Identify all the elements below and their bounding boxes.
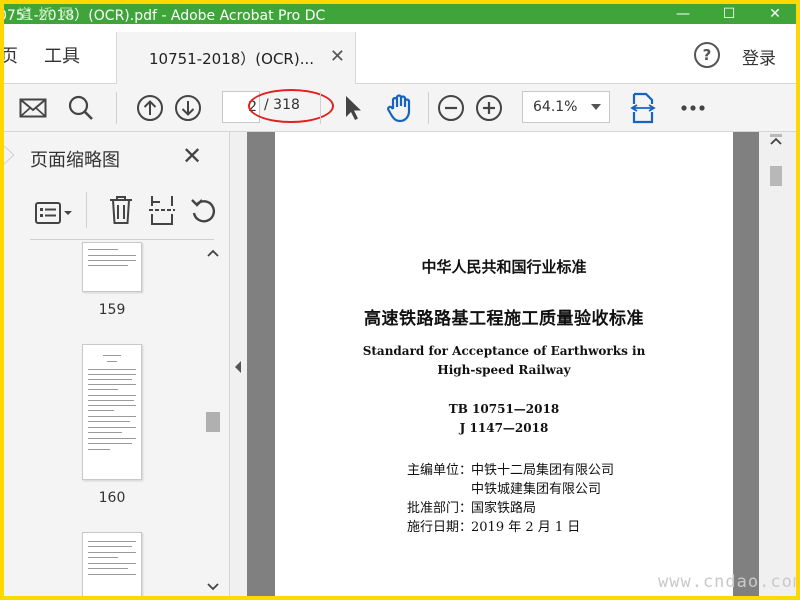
hand-tool-icon[interactable] <box>384 92 416 124</box>
thumbnails-panel: 页面缩略图 ✕ 159 160 <box>4 132 230 596</box>
chevron-down-icon <box>591 104 601 110</box>
maximize-button[interactable]: ☐ <box>706 4 752 24</box>
collapse-left-icon[interactable] <box>233 360 243 374</box>
tab-home[interactable]: 页 <box>4 42 18 68</box>
scroll-up-icon[interactable] <box>770 136 782 146</box>
zoom-in-icon[interactable] <box>474 92 504 124</box>
site-logo-watermark: 道 桥 网 <box>18 7 74 23</box>
next-page-icon[interactable] <box>172 92 204 124</box>
document-scrollbar[interactable] <box>765 132 787 596</box>
tab-document[interactable]: 10751-2018）(OCR)... ✕ <box>116 32 356 84</box>
rotate-page-icon[interactable] <box>190 196 218 228</box>
editor-name-2: 中铁城建集团有限公司 <box>471 482 602 497</box>
panel-title: 页面缩略图 <box>30 150 120 171</box>
toolbar: / 318 64.1% <box>4 84 796 132</box>
toolbar-separator <box>116 92 117 124</box>
thumbnail-list: 159 160 <box>30 242 202 596</box>
doc-title-en-line2: High-speed Railway <box>437 363 571 377</box>
doc-title-en-line1: Standard for Acceptance of Earthworks in <box>362 344 646 358</box>
thumbnail-options-icon[interactable] <box>34 200 74 230</box>
thumbnail-label: 160 <box>98 490 126 506</box>
page-thumbnail[interactable] <box>82 242 142 292</box>
page-thumbnail[interactable] <box>82 344 142 480</box>
search-icon[interactable] <box>66 92 96 124</box>
page-thumbnail[interactable] <box>82 532 142 596</box>
zoom-level-select[interactable]: 64.1% <box>522 91 610 123</box>
doc-code-j: J 1147—2018 <box>459 421 549 435</box>
more-options-icon[interactable] <box>678 92 708 124</box>
panel-pointer-icon <box>4 145 14 165</box>
acrobat-window: 0751-2018）(OCR).pdf - Adobe Acrobat Pro … <box>4 4 796 596</box>
tab-bar: 页 工具 10751-2018）(OCR)... ✕ ? 登录 <box>4 24 796 84</box>
login-button[interactable]: 登录 <box>742 44 776 69</box>
approver-name: 国家铁路局 <box>471 501 537 516</box>
title-bar: 0751-2018）(OCR).pdf - Adobe Acrobat Pro … <box>4 4 796 24</box>
scrollbar-thumb[interactable] <box>206 412 220 432</box>
tab-tools[interactable]: 工具 <box>44 42 80 68</box>
zoom-out-icon[interactable] <box>436 92 466 124</box>
tab-document-label: 10751-2018）(OCR)... <box>149 49 315 68</box>
doc-heading: 中华人民共和国行业标准 <box>421 258 587 276</box>
scrollbar-thumb[interactable] <box>770 166 782 186</box>
email-icon[interactable] <box>18 92 48 124</box>
panel-separator <box>86 192 87 228</box>
scroll-down-icon[interactable] <box>207 582 219 592</box>
red-annotation-ellipse <box>248 89 334 123</box>
scroll-up-icon[interactable] <box>207 248 219 258</box>
effective-date: 2019 年 2 月 1 日 <box>471 520 581 535</box>
extract-page-icon[interactable] <box>148 194 176 230</box>
delete-page-icon[interactable] <box>108 194 134 230</box>
select-cursor-icon[interactable] <box>340 92 366 124</box>
toolbar-separator <box>428 92 429 124</box>
minimize-button[interactable]: — <box>660 4 706 24</box>
zoom-level-value: 64.1% <box>533 99 578 115</box>
scrollbar-top-marker <box>770 134 782 137</box>
document-viewer: 中华人民共和国行业标准 高速铁路路基工程施工质量验收标准 Standard fo… <box>231 132 796 596</box>
fit-page-icon[interactable] <box>628 92 658 124</box>
panel-toolbar <box>30 190 216 240</box>
toolbar-separator <box>320 92 321 124</box>
help-icon[interactable]: ? <box>694 42 720 68</box>
editor-label: 主编单位： <box>407 463 473 478</box>
doc-title-cn: 高速铁路路基工程施工质量验收标准 <box>364 309 644 329</box>
tab-close-icon[interactable]: ✕ <box>330 46 345 67</box>
previous-page-icon[interactable] <box>134 92 166 124</box>
doc-code-tb: TB 10751—2018 <box>448 402 560 416</box>
close-button[interactable]: ✕ <box>752 4 796 24</box>
pdf-page: 中华人民共和国行业标准 高速铁路路基工程施工质量验收标准 Standard fo… <box>275 132 733 596</box>
site-watermark: www.cndao.com <box>658 572 796 592</box>
panel-close-icon[interactable]: ✕ <box>182 142 202 170</box>
approver-label: 批准部门： <box>407 501 473 516</box>
thumbnail-label: 159 <box>98 302 126 318</box>
date-label: 施行日期： <box>407 520 473 535</box>
editor-name-1: 中铁十二局集团有限公司 <box>471 463 615 478</box>
